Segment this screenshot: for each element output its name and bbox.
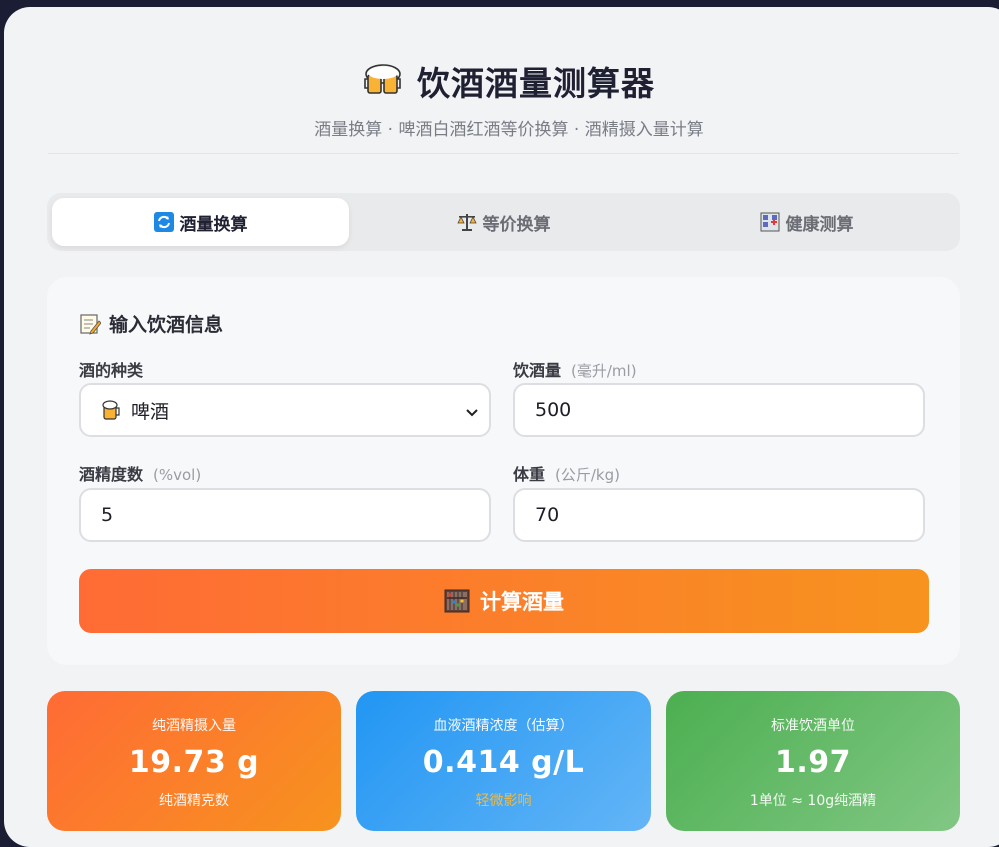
calculate-button-label: 计算酒量 bbox=[480, 590, 564, 614]
main-card: 饮酒酒量测算器 酒量换算 · 啤酒白酒红酒等价换算 · 酒精摄入量计算 酒量换算 bbox=[4, 7, 999, 847]
abv-input[interactable]: 5 bbox=[79, 488, 491, 542]
result-status: 轻微影响 bbox=[475, 793, 532, 809]
result-value: 0.414 g/L bbox=[422, 745, 585, 780]
result-value: 19.73 g bbox=[128, 745, 260, 780]
abacus-icon bbox=[444, 588, 470, 614]
calculate-button[interactable]: 计算酒量 bbox=[79, 569, 929, 633]
result-card-standard-units: 标准饮酒单位 1.97 1单位 ≈ 10g纯酒精 bbox=[666, 691, 960, 831]
tab-label: 等价换算 bbox=[482, 214, 551, 235]
volume-input[interactable]: 500 bbox=[513, 383, 925, 437]
volume-label: 饮酒量 (毫升/ml) bbox=[513, 361, 637, 380]
refresh-icon bbox=[153, 212, 174, 232]
tab-bar: 酒量换算 等价换算 健康测算 bbox=[47, 193, 960, 251]
page-title: 饮酒酒量测算器 bbox=[417, 64, 655, 103]
result-title: 标准饮酒单位 bbox=[771, 718, 855, 734]
drink-type-select[interactable]: 啤酒 bbox=[79, 383, 491, 437]
header: 饮酒酒量测算器 酒量换算 · 啤酒白酒红酒等价换算 · 酒精摄入量计算 bbox=[4, 57, 999, 140]
section-title: 输入饮酒信息 bbox=[79, 310, 223, 337]
weight-input[interactable]: 70 bbox=[513, 488, 925, 542]
drink-type-value: 啤酒 bbox=[131, 400, 170, 423]
tab-health-estimate[interactable]: 健康测算 bbox=[658, 198, 955, 246]
tab-equivalent-conversion[interactable]: 等价换算 bbox=[355, 198, 652, 246]
hospital-icon bbox=[760, 212, 780, 232]
result-card-bac: 血液酒精浓度（估算） 0.414 g/L 轻微影响 bbox=[356, 691, 651, 831]
tab-volume-conversion[interactable]: 酒量换算 bbox=[52, 198, 349, 246]
chevron-down-icon bbox=[465, 402, 479, 417]
page-subtitle: 酒量换算 · 啤酒白酒红酒等价换算 · 酒精摄入量计算 bbox=[314, 120, 704, 140]
tab-label: 健康测算 bbox=[785, 214, 854, 235]
memo-icon bbox=[79, 313, 102, 335]
header-divider bbox=[48, 153, 959, 154]
weight-label: 体重 (公斤/kg) bbox=[513, 465, 620, 484]
result-value: 1.97 bbox=[774, 745, 852, 780]
drink-type-label: 酒的种类 bbox=[79, 361, 144, 380]
input-panel: 输入饮酒信息 酒的种类 啤酒 饮酒量 (毫升/ml) 500 酒精度数 (%vo… bbox=[47, 277, 960, 665]
beer-icon bbox=[101, 399, 123, 421]
result-title: 纯酒精摄入量 bbox=[152, 718, 236, 734]
result-subtitle: 1单位 ≈ 10g纯酒精 bbox=[749, 793, 877, 809]
result-card-alcohol-intake: 纯酒精摄入量 19.73 g 纯酒精克数 bbox=[47, 691, 341, 831]
result-title: 血液酒精浓度（估算） bbox=[433, 718, 574, 734]
result-subtitle: 纯酒精克数 bbox=[159, 793, 229, 809]
tab-label: 酒量换算 bbox=[179, 214, 248, 235]
abv-label: 酒精度数 (%vol) bbox=[79, 465, 202, 484]
beer-mugs-icon bbox=[363, 61, 403, 101]
scales-icon bbox=[456, 212, 477, 232]
